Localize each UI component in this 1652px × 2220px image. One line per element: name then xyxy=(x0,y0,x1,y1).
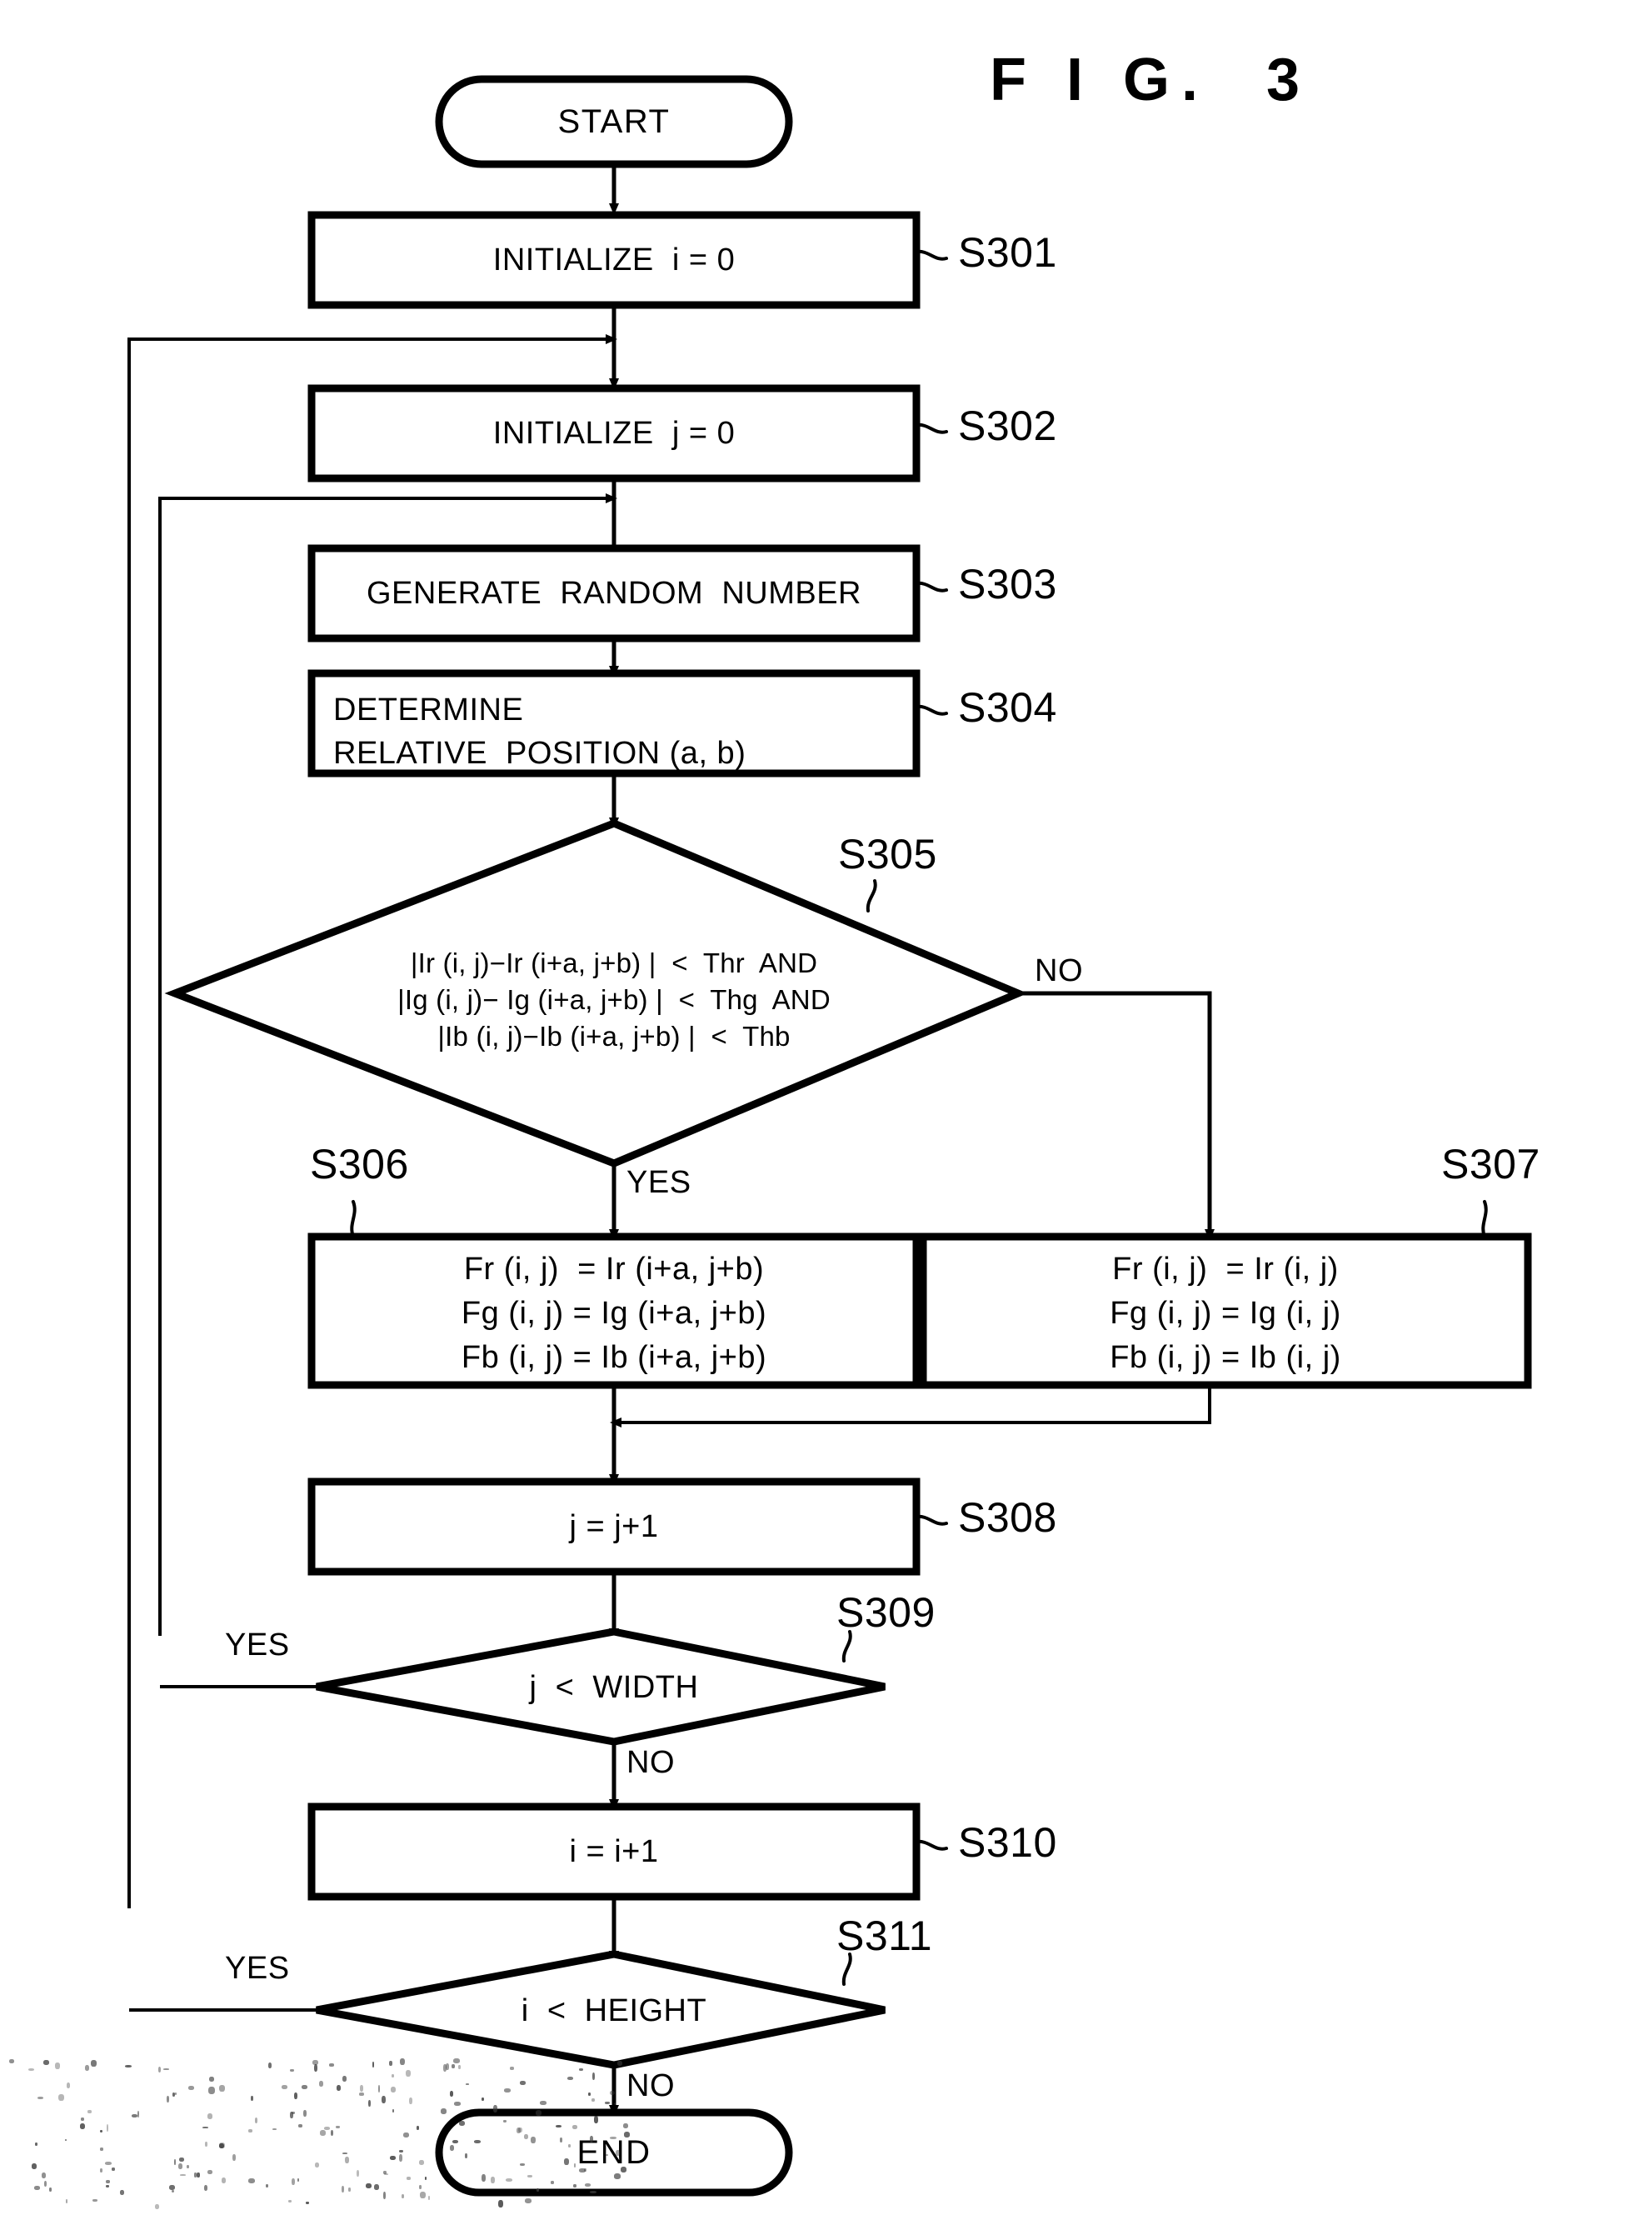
figure-title: F I G. 3 xyxy=(990,47,1312,113)
start-terminal-label: START xyxy=(557,103,671,140)
s310-leader-line xyxy=(915,1839,948,1851)
s301-step-label: S301 xyxy=(958,229,1057,276)
s309-condition-label: j < WIDTH xyxy=(529,1670,699,1705)
s307-leader-line xyxy=(1481,1200,1488,1238)
s305-yes-branch-label: YES xyxy=(626,1165,691,1200)
s310-step-label: S310 xyxy=(958,1819,1057,1866)
s304-box-line1: DETERMINE xyxy=(333,692,524,728)
s302-leader-line xyxy=(915,422,948,434)
s306-step-label: S306 xyxy=(310,1141,409,1188)
s311-step-label: S311 xyxy=(836,1912,933,1959)
connector-s307-merge xyxy=(610,1385,1211,1428)
s307-box-line3: Fb (i, j) = Ib (i, j) xyxy=(1110,1340,1341,1375)
s303-step-label: S303 xyxy=(958,561,1057,608)
s311-yes-branch-label: YES xyxy=(225,1951,290,1986)
s306-leader-line xyxy=(350,1200,357,1238)
patent-drawing-sheet: F I G. 3 START INITIALIZE i = 0 S301 INI… xyxy=(0,0,1652,2220)
s305-condition-line3: |Ib (i, j)−Ib (i+a, j+b) | < Thb xyxy=(437,1021,791,1052)
s309-no-branch-label: NO xyxy=(626,1745,675,1780)
s303-box-label: GENERATE RANDOM NUMBER xyxy=(366,576,862,611)
s301-leader-line xyxy=(915,249,948,261)
s304-step-label: S304 xyxy=(958,684,1057,731)
s305-no-branch-label: NO xyxy=(1035,953,1083,988)
s308-leader-line xyxy=(915,1514,948,1526)
s311-no-branch-label: NO xyxy=(626,2068,675,2103)
s311-condition-label: i < HEIGHT xyxy=(521,1993,707,2028)
s307-step-label: S307 xyxy=(1441,1141,1540,1188)
s302-box-label: INITIALIZE j = 0 xyxy=(492,416,736,451)
s309-step-label: S309 xyxy=(836,1589,936,1636)
s306-box-line2: Fg (i, j) = Ig (i+a, j+b) xyxy=(461,1296,767,1331)
s304-leader-line xyxy=(915,704,948,716)
s305-condition-line2: |Ig (i, j)− Ig (i+a, j+b) | < Thg AND xyxy=(397,984,831,1015)
s308-box-label: j = j+1 xyxy=(569,1509,659,1544)
s310-box-label: i = i+1 xyxy=(569,1834,659,1869)
connector-s305-no-to-s307 xyxy=(1018,991,1215,1241)
s307-box-line1: Fr (i, j) = Ir (i, j) xyxy=(1112,1252,1339,1287)
s305-step-label: S305 xyxy=(838,831,937,878)
s308-step-label: S308 xyxy=(958,1494,1057,1541)
s302-step-label: S302 xyxy=(958,402,1057,449)
s303-leader-line xyxy=(915,581,948,592)
s304-box-line2: RELATIVE POSITION (a, b) xyxy=(333,736,746,771)
s306-box-line1: Fr (i, j) = Ir (i+a, j+b) xyxy=(463,1252,765,1287)
s305-leader-line xyxy=(866,879,877,912)
s307-box-line2: Fg (i, j) = Ig (i, j) xyxy=(1110,1296,1341,1331)
s305-condition-line1: |Ir (i, j)−Ir (i+a, j+b) | < Thr AND xyxy=(410,948,818,978)
end-terminal-label: END xyxy=(576,2134,651,2171)
figure-page: F I G. 3 START INITIALIZE i = 0 S301 INI… xyxy=(0,0,1652,2220)
flowchart-vector-layer xyxy=(127,75,1532,2197)
s309-yes-branch-label: YES xyxy=(225,1628,290,1662)
s301-box-label: INITIALIZE i = 0 xyxy=(492,242,736,278)
s306-box-line3: Fb (i, j) = Ib (i+a, j+b) xyxy=(461,1340,767,1375)
s309-leader-line xyxy=(841,1630,852,1662)
